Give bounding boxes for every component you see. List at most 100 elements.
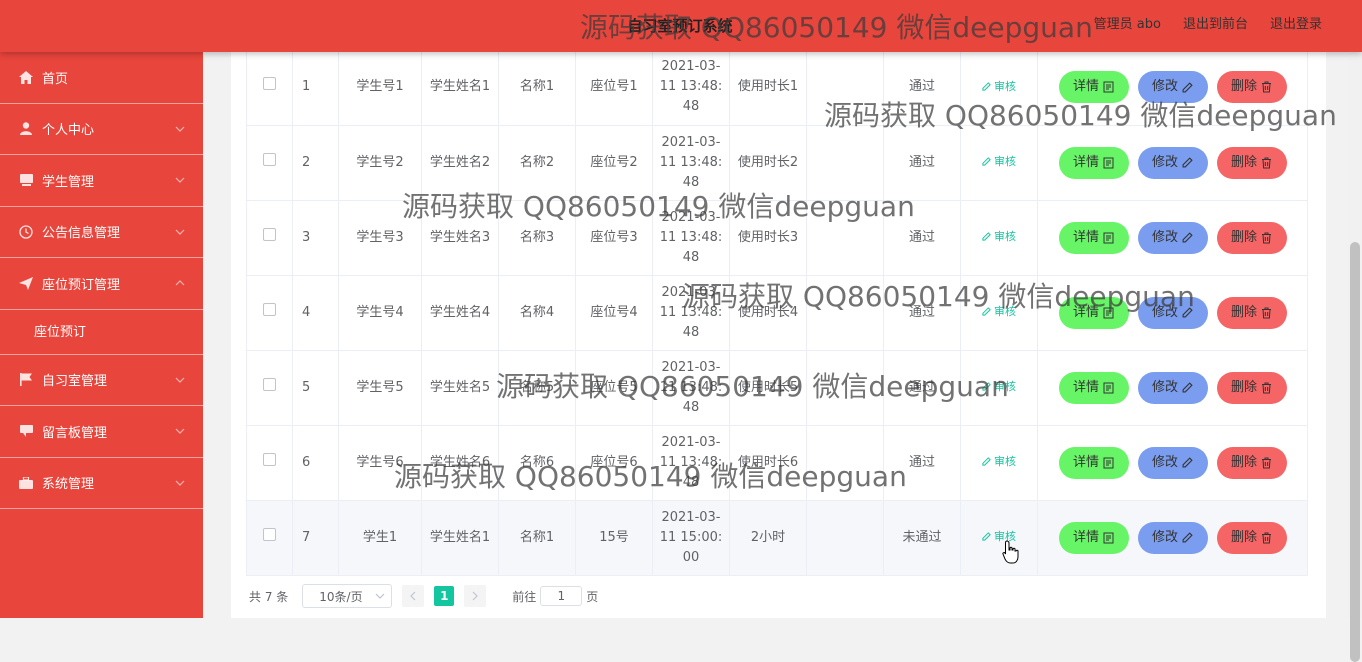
row-checkbox[interactable] [263,152,276,166]
detail-button[interactable]: 详情 [1058,221,1129,254]
chevron-down-icon [175,177,185,184]
row-checkbox[interactable] [263,77,276,91]
row-select-cell[interactable] [246,200,293,276]
cell-student-no: 学生号2 [338,125,422,201]
trash-icon [1262,457,1271,468]
audit-link[interactable]: 审核 [982,152,1016,172]
sidebar-item-label: 公告信息管理 [42,226,121,242]
row-checkbox[interactable] [263,377,276,391]
page-size-select[interactable]: 10条/页 [302,584,393,608]
cell-booking-time: 2021-03-11 15:00:00 [652,500,730,576]
detail-button[interactable]: 详情 [1058,296,1129,329]
clock-icon [18,225,34,239]
top-header: 自习室预订系统 管理员 abo 退出到前台 退出登录 [0,0,1362,52]
delete-button[interactable]: 删除 [1216,446,1287,479]
row-select-cell[interactable] [246,50,293,126]
edit-button[interactable]: 修改 [1137,296,1208,329]
row-checkbox[interactable] [263,302,276,316]
edit-button[interactable]: 修改 [1137,71,1208,104]
book-icon [18,173,34,187]
edit-icon [982,232,991,241]
next-page-button[interactable] [464,585,487,607]
detail-button[interactable]: 详情 [1058,371,1129,404]
row-select-cell[interactable] [246,275,293,351]
sidebar-item-label: 学生管理 [42,174,95,190]
table-card: 1 学生号1 学生姓名1 名称1 座位号1 2021-03-11 13:48:48 使用时长… [231,50,1326,618]
chevron-down-icon [175,126,185,132]
cell-audit-action: 审核 [960,125,1038,201]
cell-audit-status: 通过 [883,50,961,126]
row-select-cell[interactable] [246,350,293,426]
edit-button[interactable]: 修改 [1137,146,1208,179]
delete-button[interactable]: 删除 [1216,521,1287,554]
scrollbar-thumb[interactable] [1350,242,1360,662]
sidebar-item-home[interactable]: 首页 [0,52,203,104]
trash-icon [1262,532,1271,543]
delete-button[interactable]: 删除 [1216,296,1287,329]
cell-room-name: 名称6 [498,425,576,501]
row-checkbox[interactable] [263,527,276,541]
total-count: 共 7 条 [249,589,289,604]
row-checkbox[interactable] [263,452,276,466]
cell-seat-no: 座位号3 [575,200,653,276]
mouse-cursor-icon [1002,540,1019,564]
edit-icon [1182,157,1193,168]
cell-seat-no: 座位号4 [575,275,653,351]
delete-button[interactable]: 删除 [1216,221,1287,254]
delete-button[interactable]: 删除 [1216,371,1287,404]
cell-seat-no: 座位号1 [575,50,653,126]
sidebar-item-label: 座位预订管理 [42,277,121,293]
sidebar-item-students[interactable]: 学生管理 [0,155,203,207]
detail-button[interactable]: 详情 [1058,71,1129,104]
app-title: 自习室预订系统 [627,17,733,35]
row-select-cell[interactable] [246,425,293,501]
delete-button[interactable]: 删除 [1216,146,1287,179]
audit-link[interactable]: 审核 [982,302,1016,322]
prev-page-button[interactable] [402,585,425,607]
cell-remark [806,500,884,576]
table-row: 5 学生号5 学生姓名5 名称5 座位号5 2021-03-11 13:48:48 使用时长… [246,350,1308,426]
detail-button[interactable]: 详情 [1058,521,1129,554]
cell-audit-status: 通过 [883,275,961,351]
sidebar-item-notices[interactable]: 公告信息管理 [0,207,203,258]
cell-student-no: 学生号5 [338,350,422,426]
sidebar-item-study-rooms[interactable]: 自习室管理 [0,355,203,406]
edit-button[interactable]: 修改 [1137,221,1208,254]
page-number-current[interactable]: 1 [434,586,455,606]
cell-student-name: 学生姓名3 [421,200,499,276]
cell-operations: 详情 修改 删除 [1037,350,1308,426]
sidebar-item-messages[interactable]: 留言板管理 [0,406,203,458]
detail-button[interactable]: 详情 [1058,446,1129,479]
cell-room-name: 名称3 [498,200,576,276]
cell-student-name: 学生姓名2 [421,125,499,201]
row-select-cell[interactable] [246,125,293,201]
document-icon [1103,382,1114,393]
edit-button[interactable]: 修改 [1137,521,1208,554]
delete-button[interactable]: 删除 [1216,71,1287,104]
sidebar-item-label: 自习室管理 [42,374,108,390]
audit-link[interactable]: 审核 [982,77,1016,97]
row-checkbox[interactable] [263,227,276,241]
logout-link[interactable]: 退出登录 [1270,0,1322,52]
scrollbar[interactable] [1348,52,1362,662]
detail-button[interactable]: 详情 [1058,146,1129,179]
audit-link[interactable]: 审核 [982,227,1016,247]
row-select-cell[interactable] [246,500,293,576]
pagination: 共 7 条 10条/页 1 前往 页 [249,584,598,608]
document-icon [1103,157,1114,168]
cell-audit-status: 未通过 [883,500,961,576]
sidebar-subitem-seat-booking[interactable]: 座位预订 [0,310,203,355]
sidebar-item-system[interactable]: 系统管理 [0,458,203,509]
table-row: 1 学生号1 学生姓名1 名称1 座位号1 2021-03-11 13:48:48 使用时长… [246,50,1308,126]
edit-button[interactable]: 修改 [1137,371,1208,404]
goto-page-input[interactable] [540,586,583,606]
sidebar-item-profile[interactable]: 个人中心 [0,104,203,155]
edit-button[interactable]: 修改 [1137,446,1208,479]
edit-icon [1182,532,1193,543]
sidebar-item-label: 留言板管理 [42,425,108,441]
cell-remark [806,200,884,276]
sidebar-item-seat-booking[interactable]: 座位预订管理 [0,258,203,310]
audit-link[interactable]: 审核 [982,452,1016,472]
to-front-link[interactable]: 退出到前台 [1183,0,1248,52]
audit-link[interactable]: 审核 [982,377,1016,397]
